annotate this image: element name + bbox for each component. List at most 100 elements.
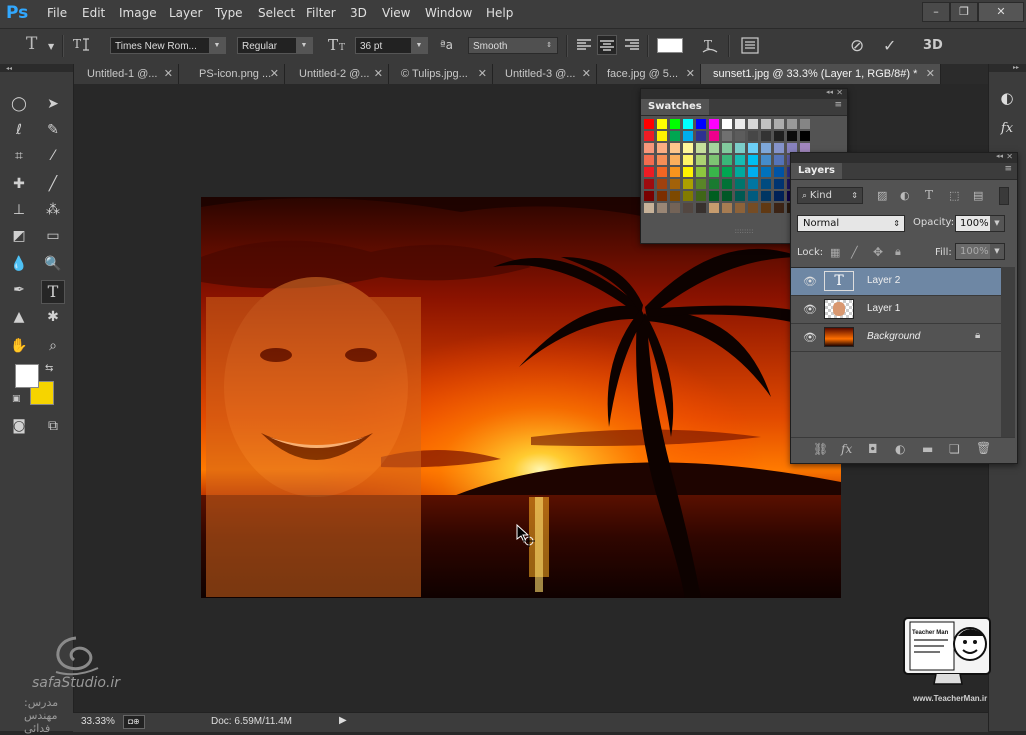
fill-field[interactable]: 100% ▼ (955, 243, 1005, 260)
color-swatch[interactable] (748, 119, 758, 129)
history-brush-tool-icon[interactable]: ⁂ (43, 200, 63, 220)
close-icon[interactable]: ✕ (582, 64, 591, 84)
status-preview-icon[interactable]: ◘⊕ (123, 715, 145, 729)
color-swatch[interactable] (774, 167, 784, 177)
lock-paint-icon[interactable]: ╱ (851, 246, 858, 259)
color-swatch[interactable] (709, 191, 719, 201)
text-color-swatch[interactable] (657, 38, 683, 53)
color-swatch[interactable] (644, 143, 654, 153)
color-swatch[interactable] (657, 203, 667, 213)
color-swatch[interactable] (644, 203, 654, 213)
color-swatch[interactable] (761, 143, 771, 153)
color-swatch[interactable] (748, 155, 758, 165)
screen-mode-icon[interactable]: ⧉ (43, 416, 63, 436)
close-icon[interactable]: ✕ (270, 64, 279, 84)
menu-view[interactable]: View (382, 6, 410, 20)
opacity-field[interactable]: 100% ▼ (955, 215, 1005, 232)
menu-window[interactable]: Window (425, 6, 472, 20)
color-swatch[interactable] (748, 191, 758, 201)
marquee-tool-icon[interactable]: ◯ (9, 94, 29, 114)
visibility-eye-icon[interactable]: 👁︎ (803, 303, 817, 316)
text-orientation-icon[interactable]: T (72, 36, 90, 56)
tab-untitled-2[interactable]: Untitled-2 @... ✕ (285, 64, 389, 84)
color-swatch[interactable] (696, 131, 706, 141)
color-swatch[interactable] (657, 191, 667, 201)
hand-tool-icon[interactable]: ✋ (9, 336, 29, 356)
color-swatch[interactable] (722, 167, 732, 177)
color-swatch[interactable] (800, 131, 810, 141)
color-swatch[interactable] (709, 167, 719, 177)
minimize-button[interactable]: – (922, 2, 950, 22)
color-swatch[interactable] (644, 179, 654, 189)
color-swatch[interactable] (683, 155, 693, 165)
fx-icon[interactable]: fx (841, 442, 852, 456)
color-swatch[interactable] (774, 155, 784, 165)
menu-edit[interactable]: Edit (82, 6, 105, 20)
color-swatch[interactable] (735, 179, 745, 189)
color-swatch[interactable] (683, 131, 693, 141)
mask-icon[interactable]: ◘ (868, 442, 878, 456)
color-swatch[interactable] (683, 203, 693, 213)
move-tool-icon[interactable]: ➤ (43, 94, 63, 114)
color-swatch[interactable] (774, 203, 784, 213)
align-left-icon[interactable] (576, 38, 592, 56)
document-canvas[interactable] (201, 197, 841, 598)
path-selection-tool-icon[interactable]: ▲ (9, 307, 29, 327)
filter-toggle[interactable] (999, 187, 1009, 205)
color-swatch[interactable] (670, 179, 680, 189)
new-layer-icon[interactable]: ❏ (949, 442, 960, 456)
eyedropper-tool-icon[interactable]: ⁄ (43, 146, 63, 166)
color-swatch[interactable] (670, 203, 680, 213)
color-swatch[interactable] (774, 191, 784, 201)
healing-brush-tool-icon[interactable]: ✚ (9, 174, 29, 194)
blend-mode-select[interactable]: Normal ⇕ (797, 215, 905, 232)
layer-row-background[interactable]: 👁︎ Background 🔒︎ (791, 324, 1001, 352)
character-panel-icon[interactable] (741, 37, 759, 58)
expand-icon[interactable]: ▸▸ (1013, 64, 1019, 71)
quick-select-tool-icon[interactable]: ✎ (43, 120, 63, 140)
color-swatch[interactable] (761, 203, 771, 213)
color-swatch[interactable] (709, 203, 719, 213)
lock-transparent-icon[interactable]: ▦ (830, 246, 840, 259)
font-size-field[interactable]: 36 pt ▼ (355, 37, 428, 54)
visibility-eye-icon[interactable]: 👁︎ (803, 331, 817, 344)
default-colors-icon[interactable]: ▣ (12, 394, 21, 404)
color-swatch[interactable] (722, 119, 732, 129)
color-swatch[interactable] (657, 155, 667, 165)
history-panel-icon[interactable]: ◐ (997, 88, 1017, 108)
lasso-tool-icon[interactable]: ℓ (9, 120, 29, 140)
zoom-tool-icon[interactable]: ⌕ (43, 336, 63, 356)
antialias-select[interactable]: Smooth ⇕ (468, 37, 558, 54)
color-swatch[interactable] (696, 143, 706, 153)
custom-shape-tool-icon[interactable]: ✱ (43, 307, 63, 327)
color-swatch[interactable] (735, 167, 745, 177)
foreground-color-swatch[interactable] (15, 364, 39, 388)
color-swatch[interactable] (709, 143, 719, 153)
color-swatch[interactable] (722, 131, 732, 141)
color-swatch[interactable] (709, 179, 719, 189)
color-swatch[interactable] (787, 119, 797, 129)
color-swatch[interactable] (670, 131, 680, 141)
trash-icon[interactable]: 🗑︎ (976, 441, 991, 455)
crop-tool-icon[interactable]: ⌗ (9, 146, 29, 166)
tab-ps-icon[interactable]: PS-icon.png ... ✕ (179, 64, 285, 84)
align-center-icon[interactable] (597, 35, 617, 55)
type-tool-icon[interactable]: T (41, 280, 65, 304)
color-swatch[interactable] (787, 131, 797, 141)
filter-adjustment-icon[interactable]: ◐ (900, 189, 910, 202)
color-swatch[interactable] (657, 143, 667, 153)
tab-tulips[interactable]: © Tulips.jpg... ✕ (389, 64, 493, 84)
eraser-tool-icon[interactable]: ◩ (9, 226, 29, 246)
filter-pixel-icon[interactable]: ▨ (877, 189, 887, 202)
color-swatch[interactable] (709, 119, 719, 129)
color-swatch[interactable] (722, 143, 732, 153)
color-swatch[interactable] (709, 131, 719, 141)
close-icon[interactable]: ✕ (686, 64, 695, 84)
status-menu-arrow-icon[interactable]: ▶ (339, 715, 347, 726)
adjustment-icon[interactable]: ◐ (895, 442, 905, 456)
color-swatch[interactable] (722, 179, 732, 189)
menu-help[interactable]: Help (486, 6, 513, 20)
color-swatch[interactable] (722, 155, 732, 165)
tab-untitled-1[interactable]: Untitled-1 @... ✕ (73, 64, 179, 84)
color-swatch[interactable] (761, 191, 771, 201)
